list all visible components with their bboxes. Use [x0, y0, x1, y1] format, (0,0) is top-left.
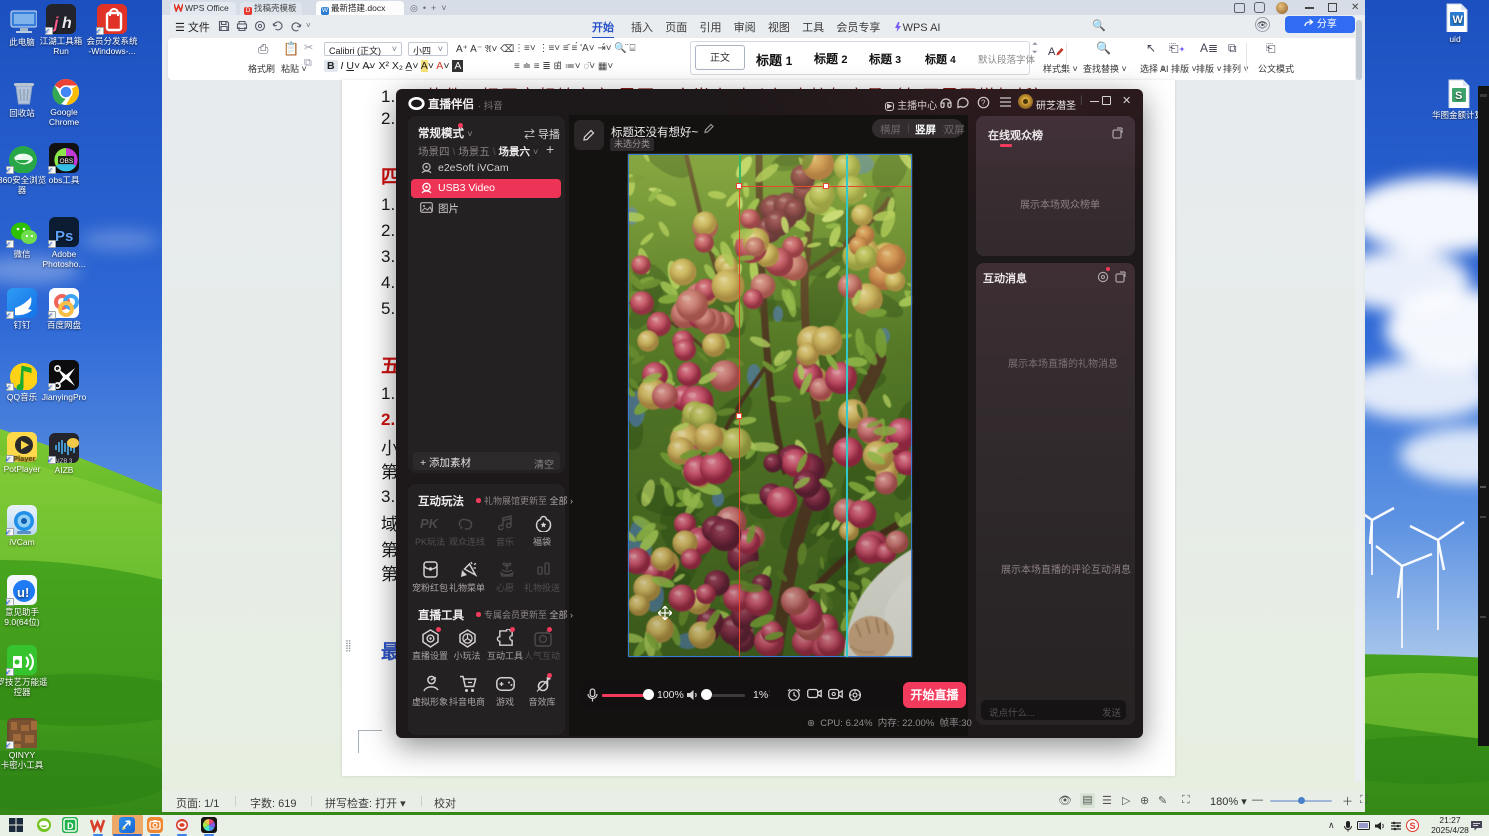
svg-text:Player: Player [13, 454, 36, 462]
svg-text:D: D [67, 821, 74, 831]
svg-text:A: A [1048, 46, 1056, 57]
svg-text:j: j [52, 15, 59, 32]
svg-text:AIZB 3: AIZB 3 [54, 459, 73, 463]
svg-text:u!: u! [17, 585, 29, 600]
svg-text:S: S [1455, 90, 1462, 102]
svg-text:OBS: OBS [60, 158, 74, 165]
svg-text:W: W [1453, 14, 1464, 26]
svg-text:h: h [62, 15, 72, 32]
svg-text:Ps: Ps [55, 228, 73, 245]
svg-text:?: ? [981, 99, 986, 108]
